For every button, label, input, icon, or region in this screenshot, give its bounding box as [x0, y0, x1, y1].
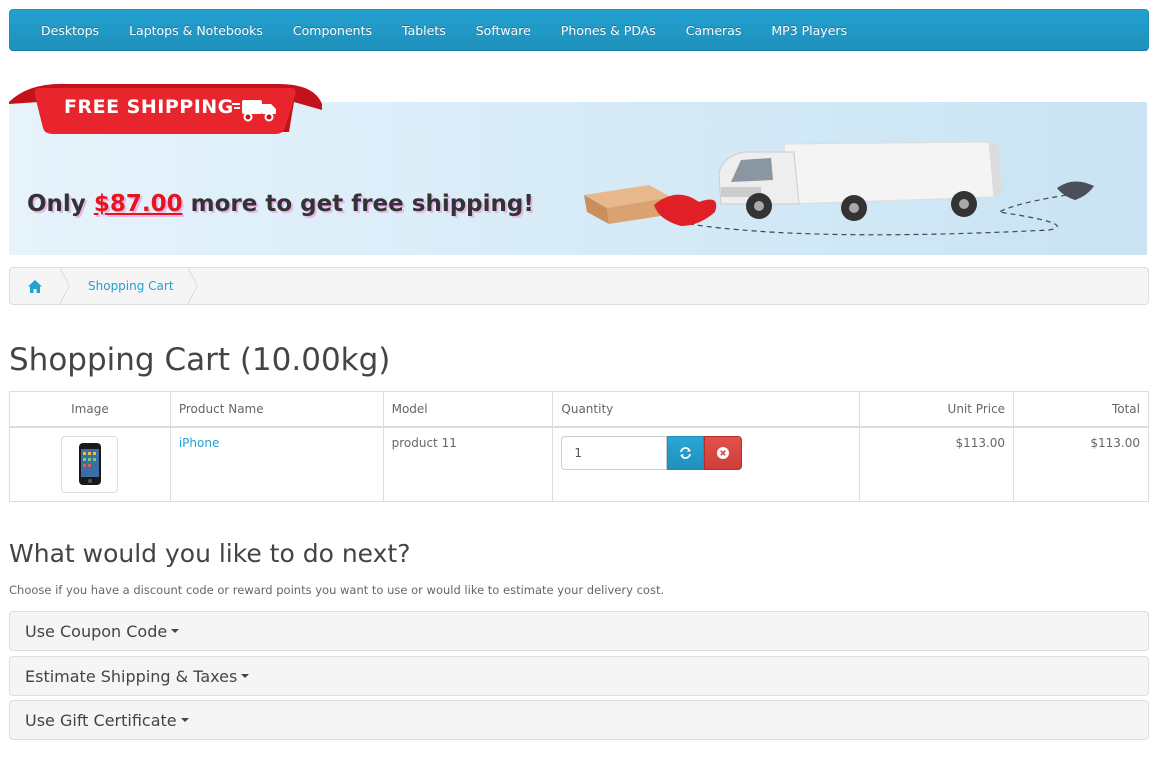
- quantity-group: [561, 435, 743, 470]
- table-row: iPhone product 11 1 $113.00 $113.00: [9, 426, 1149, 502]
- refresh-icon: [680, 446, 692, 459]
- shipping-taxes-panel[interactable]: Estimate Shipping & Taxes: [9, 656, 1149, 696]
- quantity-input[interactable]: [561, 435, 668, 470]
- next-heading: What would you like to do next?: [9, 539, 411, 568]
- gift-certificate-panel[interactable]: Use Gift Certificate: [9, 700, 1149, 740]
- top-menu: Desktops Laptops & Notebooks Components …: [9, 9, 1149, 51]
- menu-item-desktops[interactable]: Desktops: [26, 23, 114, 38]
- breadcrumb: Shopping Cart: [9, 267, 1149, 305]
- header-quantity: Quantity: [552, 391, 861, 428]
- coupon-panel[interactable]: Use Coupon Code: [9, 611, 1149, 651]
- update-button[interactable]: [667, 435, 705, 470]
- ribbon-label: FREE SHIPPING: [64, 96, 234, 118]
- promo-suffix: more to get free shipping!: [190, 191, 534, 217]
- cart-table: Image Product Name Model Quantity Unit P…: [9, 391, 1149, 502]
- cell-quantity: [552, 426, 861, 502]
- product-thumbnail[interactable]: [61, 435, 119, 493]
- header-model: Model: [382, 391, 554, 428]
- remove-icon: [717, 446, 730, 459]
- iphone-image: [78, 443, 101, 485]
- table-header-row: Image Product Name Model Quantity Unit P…: [9, 391, 1149, 428]
- header-product-name: Product Name: [169, 391, 384, 428]
- menu-item-laptops[interactable]: Laptops & Notebooks: [114, 23, 278, 38]
- next-description: Choose if you have a discount code or re…: [9, 583, 665, 597]
- cell-image: [9, 426, 171, 502]
- remove-button[interactable]: [704, 435, 743, 470]
- promo-prefix: Only: [27, 191, 86, 217]
- panel-title-shipping: Estimate Shipping & Taxes: [25, 666, 238, 686]
- header-image: Image: [9, 391, 171, 428]
- cell-product-name: iPhone: [169, 426, 384, 502]
- menu-item-tablets[interactable]: Tablets: [387, 23, 461, 38]
- cell-unit-price: $113.00: [859, 426, 1015, 502]
- product-link[interactable]: iPhone: [179, 436, 220, 450]
- caret-down-icon: [180, 718, 189, 722]
- breadcrumb-separator: [59, 267, 70, 305]
- cell-model: product 11: [382, 426, 554, 502]
- breadcrumb-separator: [186, 267, 198, 305]
- caret-down-icon: [241, 674, 250, 678]
- header-total: Total: [1013, 391, 1149, 428]
- page-title: Shopping Cart (10.00kg): [9, 342, 391, 378]
- panel-title-coupon: Use Coupon Code: [25, 621, 168, 641]
- promo-amount: $87.00: [93, 191, 183, 217]
- free-shipping-promo: Only $87.00 more to get free shipping!: [27, 191, 534, 217]
- caret-down-icon: [171, 629, 180, 633]
- cell-total: $113.00: [1013, 426, 1149, 502]
- breadcrumb-shopping-cart[interactable]: Shopping Cart: [70, 279, 188, 293]
- header-unit-price: Unit Price: [859, 391, 1015, 428]
- panel-title-gift: Use Gift Certificate: [25, 710, 177, 730]
- menu-item-phones[interactable]: Phones & PDAs: [546, 23, 671, 38]
- home-icon: [28, 279, 42, 293]
- menu-item-cameras[interactable]: Cameras: [671, 23, 757, 38]
- menu-item-components[interactable]: Components: [278, 23, 387, 38]
- menu-item-software[interactable]: Software: [461, 23, 546, 38]
- breadcrumb-home[interactable]: [10, 268, 60, 304]
- menu-item-mp3[interactable]: MP3 Players: [756, 23, 862, 38]
